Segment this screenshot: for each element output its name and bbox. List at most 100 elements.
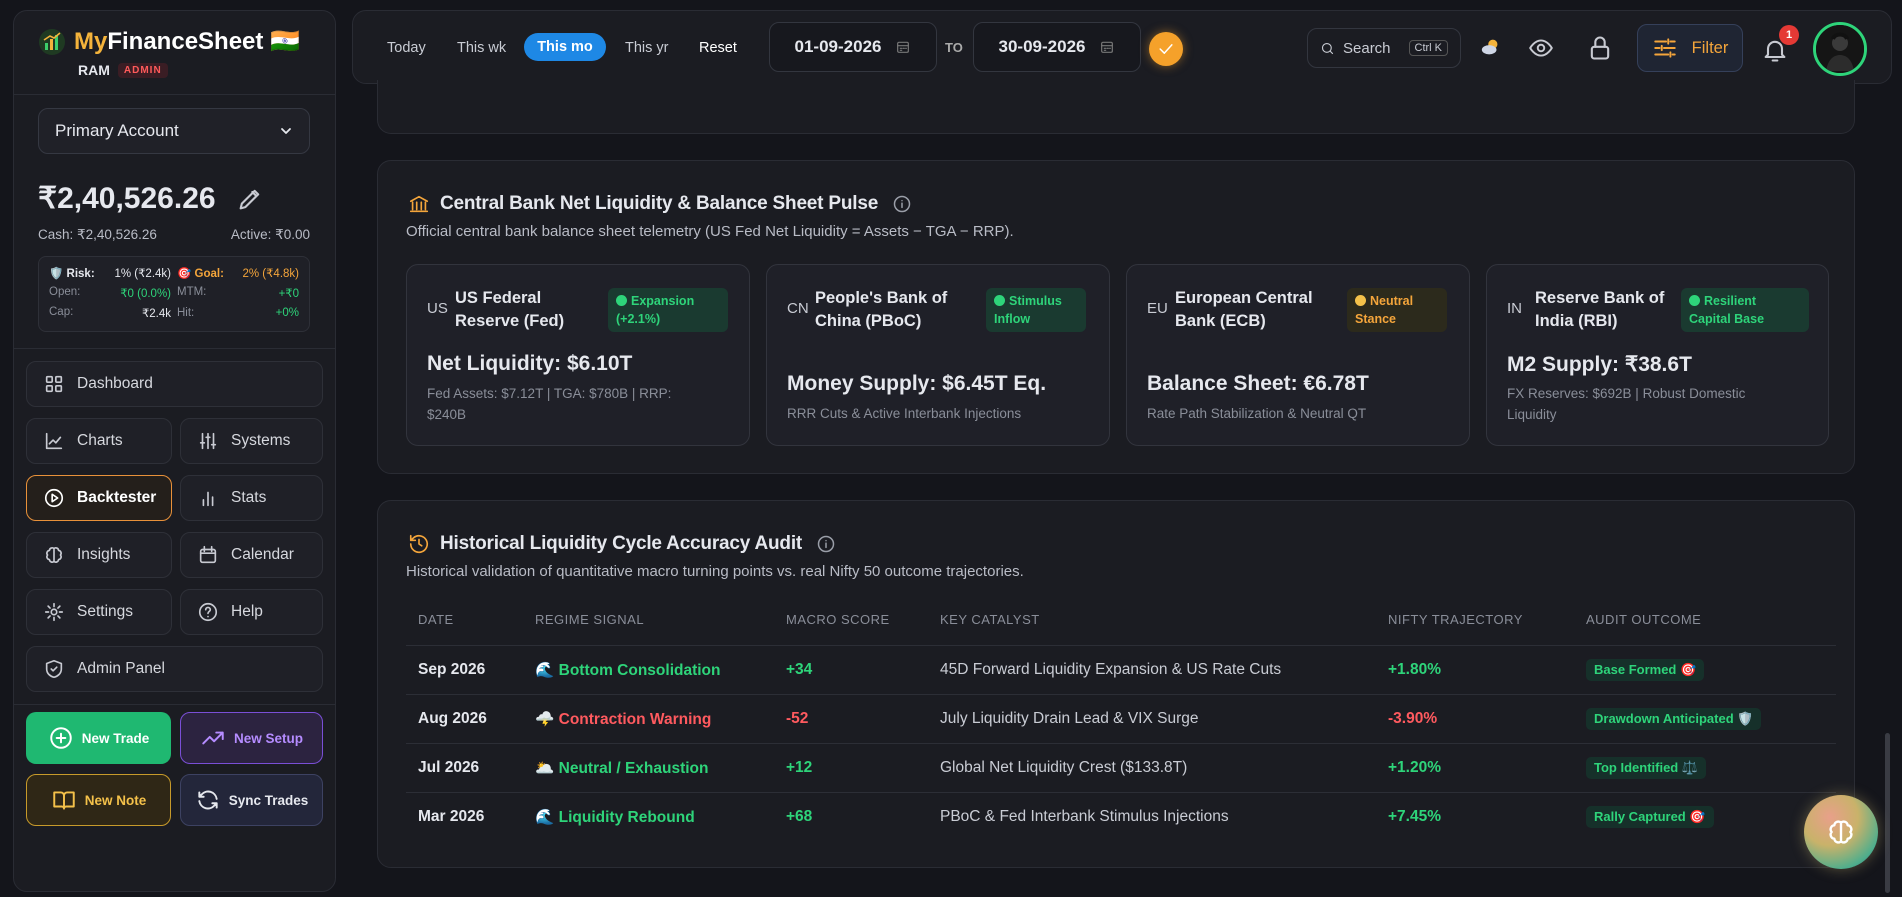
new-trade-button[interactable]: New Trade <box>26 712 171 764</box>
filter-button[interactable]: Filter <box>1637 24 1743 72</box>
new-note-button[interactable]: New Note <box>26 774 171 826</box>
audit-subtitle: Historical validation of quantitative ma… <box>406 563 1024 580</box>
sync-trades-button[interactable]: Sync Trades <box>180 774 323 826</box>
divider <box>14 348 335 349</box>
table-row: Aug 2026 🌩️ Contraction Warning -52 July… <box>406 694 1836 743</box>
sidebar: MyFinanceSheet 🇮🇳 RAM ADMIN Primary Acco… <box>13 10 336 892</box>
target-icon: 🎯 <box>177 268 192 280</box>
new-setup-button[interactable]: New Setup <box>180 712 323 764</box>
status-badge: Expansion (+2.1%) <box>608 288 728 332</box>
range-reset-button[interactable]: Reset <box>699 40 737 56</box>
cash-value: Cash: ₹2,40,526.26 <box>38 227 157 242</box>
nav-settings[interactable]: Settings <box>26 589 172 635</box>
metric-detail: Rate Path Stabilization & Neutral QT <box>1147 406 1367 421</box>
bank-name: Reserve Bank of India (RBI) <box>1535 289 1665 330</box>
column-header: REGIME SIGNAL <box>535 612 645 627</box>
check-icon <box>1159 44 1173 54</box>
cash-active-row: Cash: ₹2,40,526.26 Active: ₹0.00 <box>38 227 310 243</box>
column-header: AUDIT OUTCOME <box>1586 612 1702 627</box>
bank-name: People's Bank of China (PBoC) <box>815 289 948 330</box>
nav-calendar[interactable]: Calendar <box>180 532 323 578</box>
apply-date-button[interactable] <box>1149 32 1183 66</box>
liquidity-subtitle: Official central bank balance sheet tele… <box>406 223 1014 240</box>
calendar-icon <box>897 41 910 53</box>
status-badge: Neutral Stance <box>1347 288 1447 332</box>
user-info: RAM ADMIN <box>78 62 168 78</box>
brain-icon <box>1829 820 1853 844</box>
chevron-down-icon <box>281 128 291 134</box>
nav-backtester[interactable]: Backtester <box>26 475 172 521</box>
gear-icon <box>44 602 64 622</box>
bank-name: US Federal Reserve (Fed) <box>455 289 565 330</box>
help-circle-icon <box>198 602 218 622</box>
table-row: Mar 2026 🌊 Liquidity Rebound +68 PBoC & … <box>406 792 1836 841</box>
sliders-icon <box>199 432 217 450</box>
edit-pencil-icon[interactable] <box>236 185 264 213</box>
nav-help[interactable]: Help <box>180 589 323 635</box>
column-header: DATE <box>418 612 454 627</box>
storm-icon: 🌩️ <box>535 711 555 728</box>
flag-icon: 🇮🇳 <box>270 28 300 55</box>
avatar[interactable] <box>1813 22 1867 76</box>
metric-detail: Fed Assets: $7.12T | TGA: $780B | RRP: $2… <box>427 386 672 422</box>
to-label: TO <box>945 40 963 55</box>
notification-count-badge: 1 <box>1779 25 1799 45</box>
play-circle-icon <box>44 488 64 508</box>
bank-card-in: IN Reserve Bank of India (RBI) Resilient… <box>1486 264 1829 446</box>
range-this-week-button[interactable]: This wk <box>457 40 506 56</box>
weather-icon[interactable] <box>1480 37 1502 57</box>
info-icon[interactable] <box>816 534 836 554</box>
top-bar: Today This wk This mo This yr Reset 01-0… <box>352 10 1892 84</box>
liquidity-title: Central Bank Net Liquidity & Balance She… <box>440 193 879 214</box>
from-date-input[interactable]: 01-09-2026 <box>769 22 937 72</box>
nav-systems[interactable]: Systems <box>180 418 323 464</box>
eye-icon[interactable] <box>1527 35 1555 61</box>
country-code: US <box>427 300 448 317</box>
audit-panel: Historical Liquidity Cycle Accuracy Audi… <box>377 500 1855 868</box>
shortcut-hint: Ctrl K <box>1408 40 1448 56</box>
role-badge: ADMIN <box>117 62 168 78</box>
divider <box>14 94 335 95</box>
app-name: MyFinanceSheet 🇮🇳 <box>74 28 300 55</box>
lock-icon[interactable] <box>1586 33 1614 63</box>
nav-admin-panel[interactable]: Admin Panel <box>26 646 323 692</box>
balance-value: ₹2,40,526.26 <box>38 182 216 215</box>
country-code: IN <box>1507 300 1522 317</box>
country-code: CN <box>787 300 809 317</box>
nav-stats[interactable]: Stats <box>180 475 323 521</box>
previous-panel <box>377 80 1855 134</box>
line-chart-icon <box>45 432 63 450</box>
bank-card-cn: CN People's Bank of China (PBoC) Stimulu… <box>766 264 1110 446</box>
info-icon[interactable] <box>892 194 912 214</box>
bar-chart-icon <box>202 491 214 507</box>
nav-dashboard[interactable]: Dashboard <box>26 361 323 407</box>
search-icon <box>1321 42 1334 54</box>
table-row: Sep 2026 🌊 Bottom Consolidation +34 45D … <box>406 645 1836 694</box>
outcome-badge: Base Formed 🎯 <box>1586 659 1705 681</box>
scrollbar[interactable] <box>1885 733 1890 893</box>
account-select-value: Primary Account <box>55 121 179 140</box>
shield-icon: 🛡️ <box>49 268 64 280</box>
table-row: Jul 2026 🌥️ Neutral / Exhaustion +12 Glo… <box>406 743 1836 792</box>
range-this-month-button[interactable]: This mo <box>524 33 606 61</box>
metric-detail: RRR Cuts & Active Interbank Injections <box>787 406 1022 421</box>
range-today-button[interactable]: Today <box>387 40 426 56</box>
risk-summary: 🛡️ Risk: 1% (₹2.4k) 🎯 Goal: 2% (₹4.8k) Ope… <box>38 256 310 332</box>
outcome-badge: Top Identified ⚖️ <box>1586 757 1707 779</box>
account-select[interactable]: Primary Account <box>38 108 310 154</box>
divider <box>14 704 335 705</box>
nav-insights[interactable]: Insights <box>26 532 172 578</box>
audit-panel-header: Historical Liquidity Cycle Accuracy Audi… <box>408 533 836 555</box>
to-date-input[interactable]: 30-09-2026 <box>973 22 1141 72</box>
nav-charts[interactable]: Charts <box>26 418 172 464</box>
search-input[interactable]: Search Ctrl K <box>1307 28 1461 68</box>
active-value: Active: ₹0.00 <box>230 227 310 242</box>
partly-cloudy-icon: 🌥️ <box>535 760 555 777</box>
range-this-year-button[interactable]: This yr <box>625 40 669 56</box>
ai-assistant-button[interactable] <box>1804 795 1878 869</box>
brand[interactable]: MyFinanceSheet 🇮🇳 <box>38 27 300 56</box>
shield-check-icon <box>45 659 63 679</box>
outcome-badge: Rally Captured 🎯 <box>1586 806 1714 828</box>
metric-value: Money Supply: $6.45T Eq. <box>787 372 1047 395</box>
metric-value: M2 Supply: ₹38.6T <box>1507 353 1692 376</box>
